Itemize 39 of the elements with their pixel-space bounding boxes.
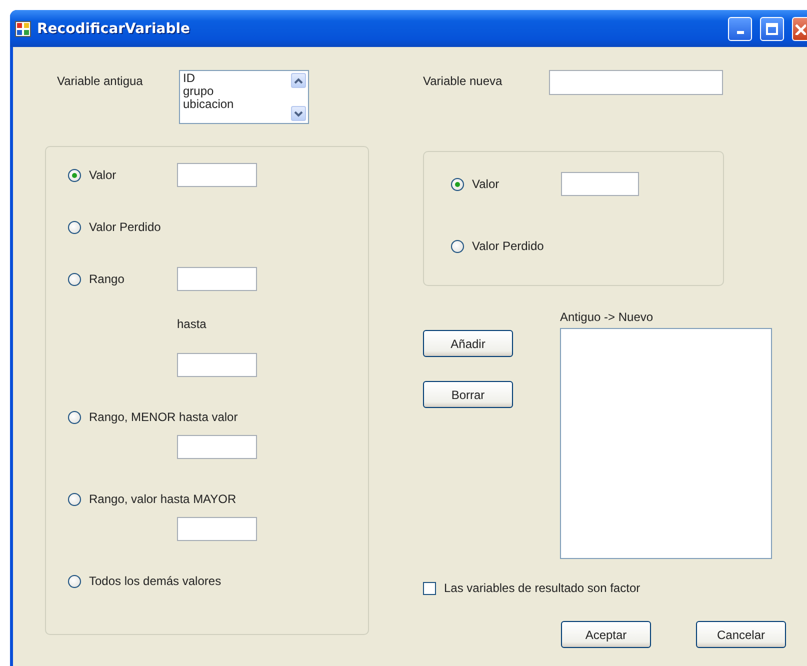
radio-button[interactable]: Rango, valor hasta MAYOR [68,492,236,506]
radio-button[interactable]: Todos los demás valores [68,574,222,588]
value-field[interactable] [177,435,257,459]
dialog-button[interactable]: Cancelar [696,621,786,648]
minimize-icon [736,31,744,34]
radio-button[interactable]: Rango, MENOR hasta valor [68,410,238,424]
app-icon [15,20,31,36]
checkbox[interactable] [423,582,436,594]
variable-list[interactable]: ID grupo ubicacion [179,70,309,124]
list-item[interactable]: ID [183,72,288,85]
field-label: Variable nueva [423,74,504,88]
maximize-button[interactable] [760,16,784,40]
new-variable-field[interactable] [549,70,723,95]
range-separator-label: hasta [177,317,208,331]
range-end-field[interactable] [177,353,257,377]
close-icon [794,22,806,34]
value-field[interactable] [561,172,639,196]
checkbox-label: Las variables de resultado son factor [444,581,640,595]
value-field[interactable] [177,163,257,187]
radio-button[interactable]: Valor [68,168,177,182]
window-title: RecodificarVariable [37,20,192,36]
radio-button[interactable]: Valor [451,177,561,191]
action-button[interactable]: Borrar [423,381,513,408]
maximize-icon [766,22,778,34]
radio-button[interactable]: Rango [68,272,177,286]
scroll-up-icon[interactable] [291,73,306,88]
radio-button[interactable]: Valor Perdido [68,220,177,234]
list-item[interactable]: grupo [183,85,288,98]
range-start-field[interactable] [177,267,257,291]
dialog-button[interactable]: Aceptar [561,621,651,648]
close-button[interactable] [792,16,807,40]
scroll-down-icon[interactable] [291,106,306,121]
list-label: Antiguo -> Nuevo [560,310,654,324]
list-item[interactable]: ubicacion [183,98,288,111]
field-label: Variable antigua [57,74,144,88]
minimize-button[interactable] [728,16,752,40]
radio-button[interactable]: Valor Perdido [451,239,561,253]
value-field[interactable] [177,517,257,541]
action-button[interactable]: Añadir [423,330,513,357]
